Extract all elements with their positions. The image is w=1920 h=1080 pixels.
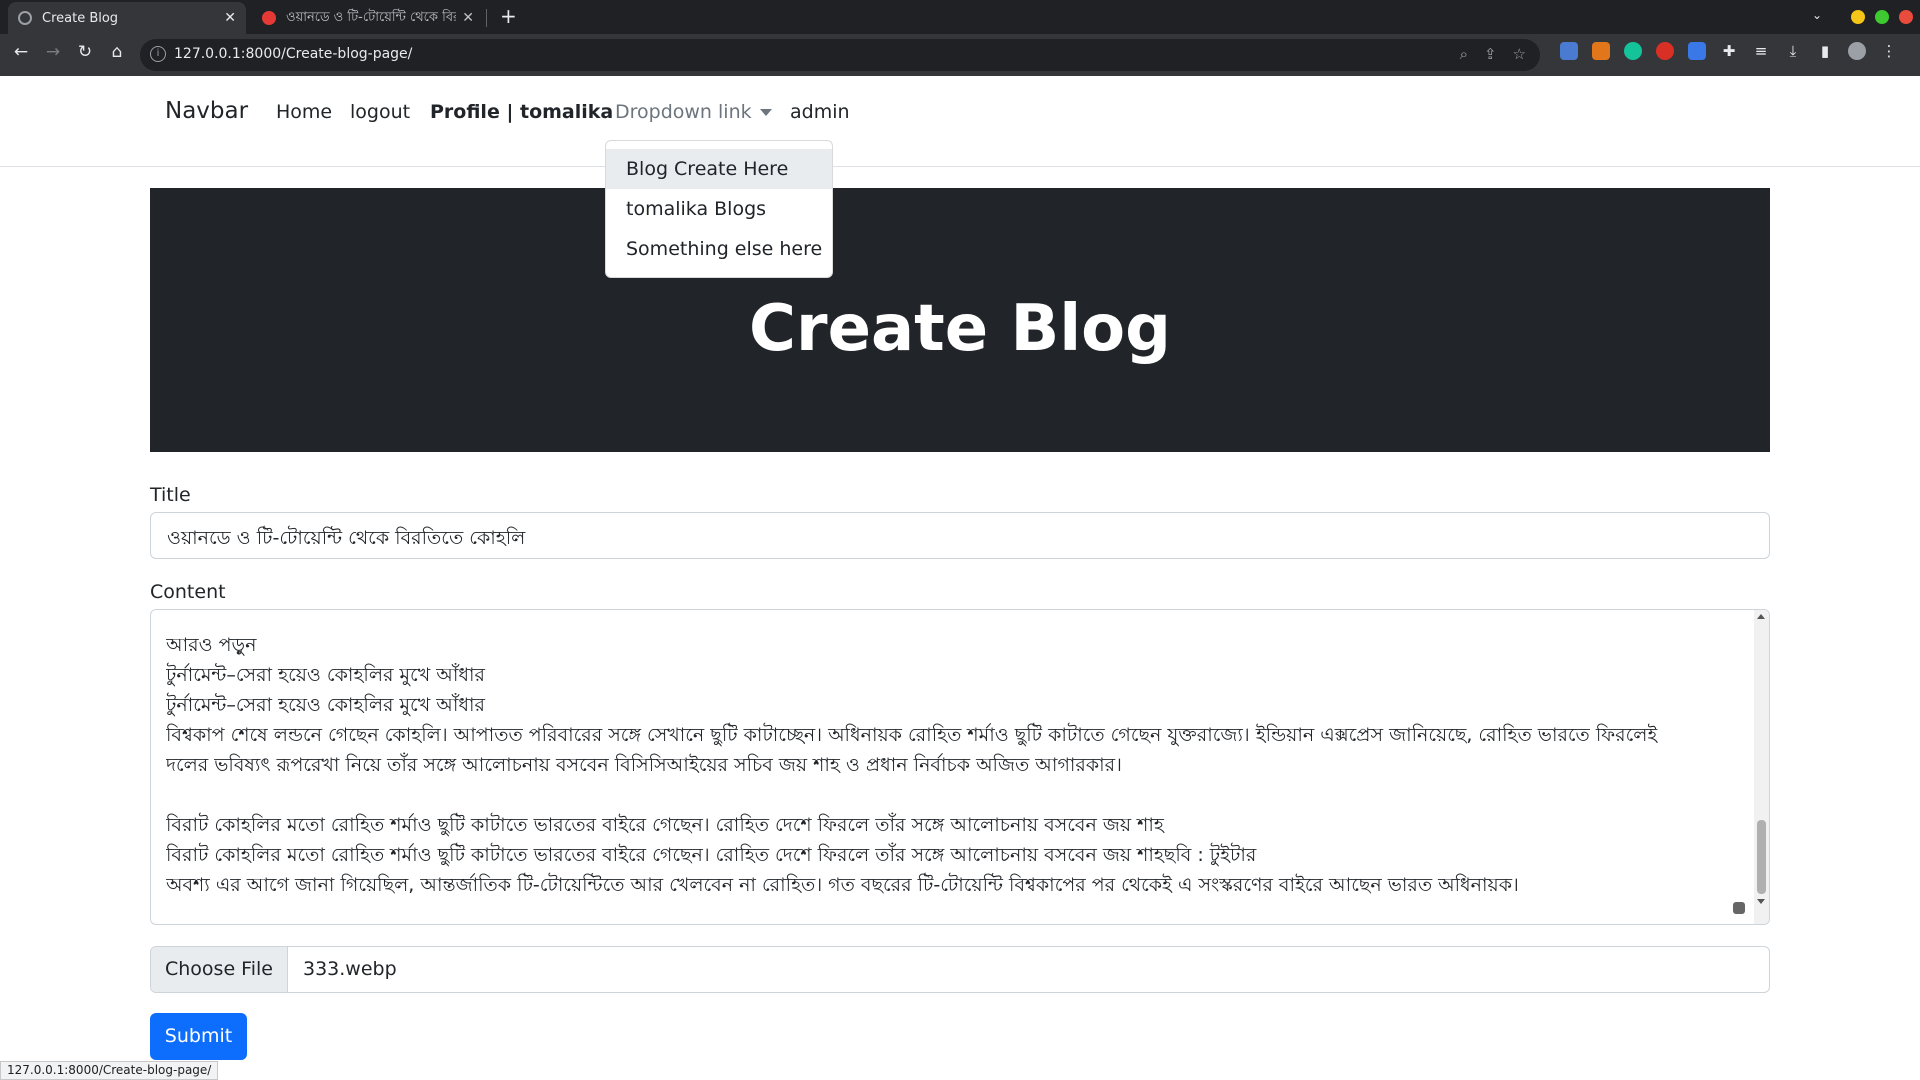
nav-profile-link[interactable]: Profile | tomalika — [430, 101, 613, 123]
scroll-up-arrow-icon[interactable] — [1757, 614, 1765, 619]
content-textarea[interactable]: আরও পড়ুন টুর্নামেন্ট–সেরা হয়েও কোহলির … — [150, 609, 1770, 925]
site-navbar: Navbar Home logout Profile | tomalika Dr… — [0, 76, 1920, 167]
zoom-icon[interactable]: ⌕ — [1460, 45, 1468, 63]
selected-file-name: 333.webp — [303, 958, 397, 980]
reload-icon[interactable]: ↻ — [74, 42, 96, 62]
submit-button[interactable]: Submit — [150, 1013, 247, 1060]
choose-file-button[interactable]: Choose File — [151, 947, 288, 992]
tab-search-chevron-icon[interactable]: ⌄ — [1812, 8, 1822, 22]
close-icon[interactable]: ✕ — [462, 10, 474, 26]
nav-dropdown-toggle[interactable]: Dropdown link — [615, 101, 772, 123]
nav-admin-link[interactable]: admin — [790, 101, 850, 123]
tab-title: Create Blog — [42, 10, 119, 26]
content-line: আরও পড়ুন — [166, 634, 257, 656]
tab-create-blog[interactable]: Create Blog ✕ — [8, 2, 246, 34]
puzzle-extensions-icon[interactable]: ✚ — [1720, 42, 1738, 60]
grammarly-extension-icon[interactable] — [1624, 42, 1642, 60]
content-line: দলের ভবিষ্যৎ রূপরেখা নিয়ে তাঁর সঙ্গে আল… — [166, 754, 1122, 776]
content-line — [166, 780, 1734, 810]
textarea-scrollbar[interactable] — [1754, 610, 1769, 924]
site-favicon-icon — [262, 11, 276, 25]
metamask-extension-icon[interactable] — [1592, 42, 1610, 60]
content-text: আরও পড়ুন টুর্নামেন্ট–সেরা হয়েও কোহলির … — [166, 610, 1734, 900]
page-title: Create Blog — [749, 292, 1171, 366]
content-line: বিরাট কোহলির মতো রোহিত শর্মাও ছুটি কাটাত… — [166, 844, 1257, 866]
title-input[interactable]: ওয়ানডে ও টি-টোয়েন্টি থেকে বিরতিতে কোহল… — [150, 512, 1770, 559]
tab-divider — [486, 9, 487, 27]
dropdown-menu: Blog Create Here tomalika Blogs Somethin… — [605, 140, 833, 278]
close-icon[interactable]: ✕ — [224, 10, 236, 26]
navbar-brand[interactable]: Navbar — [165, 98, 248, 124]
extension-icon[interactable] — [1688, 42, 1706, 60]
content-label: Content — [150, 581, 226, 603]
minimize-button[interactable] — [1851, 10, 1865, 24]
content-line: টুর্নামেন্ট–সেরা হয়েও কোহলির মুখে আঁধার — [166, 694, 485, 716]
dropdown-item-something-else[interactable]: Something else here — [606, 229, 832, 269]
tab-news-article[interactable]: ওয়ানডে ও টি-টোয়েন্টি থেকে বির ✕ — [252, 2, 484, 34]
title-input-value: ওয়ানডে ও টি-টোয়েন্টি থেকে বিরতিতে কোহল… — [167, 527, 526, 549]
translate-extension-icon[interactable] — [1560, 42, 1578, 60]
grammar-check-badge-icon[interactable] — [1733, 902, 1745, 914]
link-status-bar: 127.0.0.1:8000/Create-blog-page/ — [0, 1061, 219, 1080]
content-line: বিরাট কোহলির মতো রোহিত শর্মাও ছুটি কাটাত… — [166, 814, 1164, 836]
extensions-area: ✚ ≡ ⤓ ▮ ⋮ — [1560, 42, 1898, 60]
media-control-icon[interactable]: ≡ — [1752, 42, 1770, 60]
maximize-button[interactable] — [1875, 10, 1889, 24]
dropdown-item-user-blogs[interactable]: tomalika Blogs — [606, 189, 832, 229]
profile-avatar-icon[interactable] — [1848, 42, 1866, 60]
content-line: টুর্নামেন্ট–সেরা হয়েও কোহলির মুখে আঁধার — [166, 664, 485, 686]
share-icon[interactable]: ⇪ — [1484, 45, 1497, 63]
scrollbar-thumb[interactable] — [1757, 820, 1766, 894]
file-input[interactable]: Choose File 333.webp — [150, 946, 1770, 993]
scroll-down-arrow-icon[interactable] — [1757, 899, 1765, 904]
forward-arrow-icon[interactable]: → — [42, 42, 64, 62]
content-line: অবশ্য এর আগে জানা গিয়েছিল, আন্তর্জাতিক … — [166, 874, 1519, 896]
browser-toolbar: ← → ↻ ⌂ i 127.0.0.1:8000/Create-blog-pag… — [0, 34, 1920, 76]
side-panel-icon[interactable]: ▮ — [1816, 42, 1834, 60]
bookmark-star-icon[interactable]: ☆ — [1513, 45, 1526, 63]
content-line — [166, 610, 1734, 630]
content-line: বিশ্বকাপ শেষে লন্ডনে গেছেন কোহলি। আপাতত … — [166, 724, 1658, 746]
address-bar[interactable]: i 127.0.0.1:8000/Create-blog-page/ ⌕ ⇪ ☆ — [140, 39, 1540, 71]
close-window-button[interactable] — [1899, 10, 1913, 24]
recorder-extension-icon[interactable] — [1656, 42, 1674, 60]
dropdown-label: Dropdown link — [615, 101, 752, 123]
dropdown-item-blog-create[interactable]: Blog Create Here — [606, 149, 832, 189]
site-info-icon[interactable]: i — [150, 46, 166, 62]
page-viewport: Navbar Home logout Profile | tomalika Dr… — [0, 76, 1920, 1080]
caret-down-icon — [759, 109, 772, 116]
browser-tab-strip: Create Blog ✕ ওয়ানডে ও টি-টোয়েন্টি থেক… — [0, 0, 1920, 34]
hero-banner: Create Blog — [150, 188, 1770, 452]
nav-home-link[interactable]: Home — [276, 101, 332, 123]
more-menu-icon[interactable]: ⋮ — [1880, 42, 1898, 60]
title-label: Title — [150, 484, 191, 506]
back-arrow-icon[interactable]: ← — [10, 42, 32, 62]
nav-logout-link[interactable]: logout — [350, 101, 410, 123]
url-text: 127.0.0.1:8000/Create-blog-page/ — [174, 46, 413, 62]
download-icon[interactable]: ⤓ — [1784, 42, 1802, 60]
home-icon[interactable]: ⌂ — [106, 42, 128, 62]
tab-title: ওয়ানডে ও টি-টোয়েন্টি থেকে বির — [286, 9, 457, 25]
globe-icon — [18, 11, 32, 25]
new-tab-button[interactable]: + — [500, 4, 517, 28]
